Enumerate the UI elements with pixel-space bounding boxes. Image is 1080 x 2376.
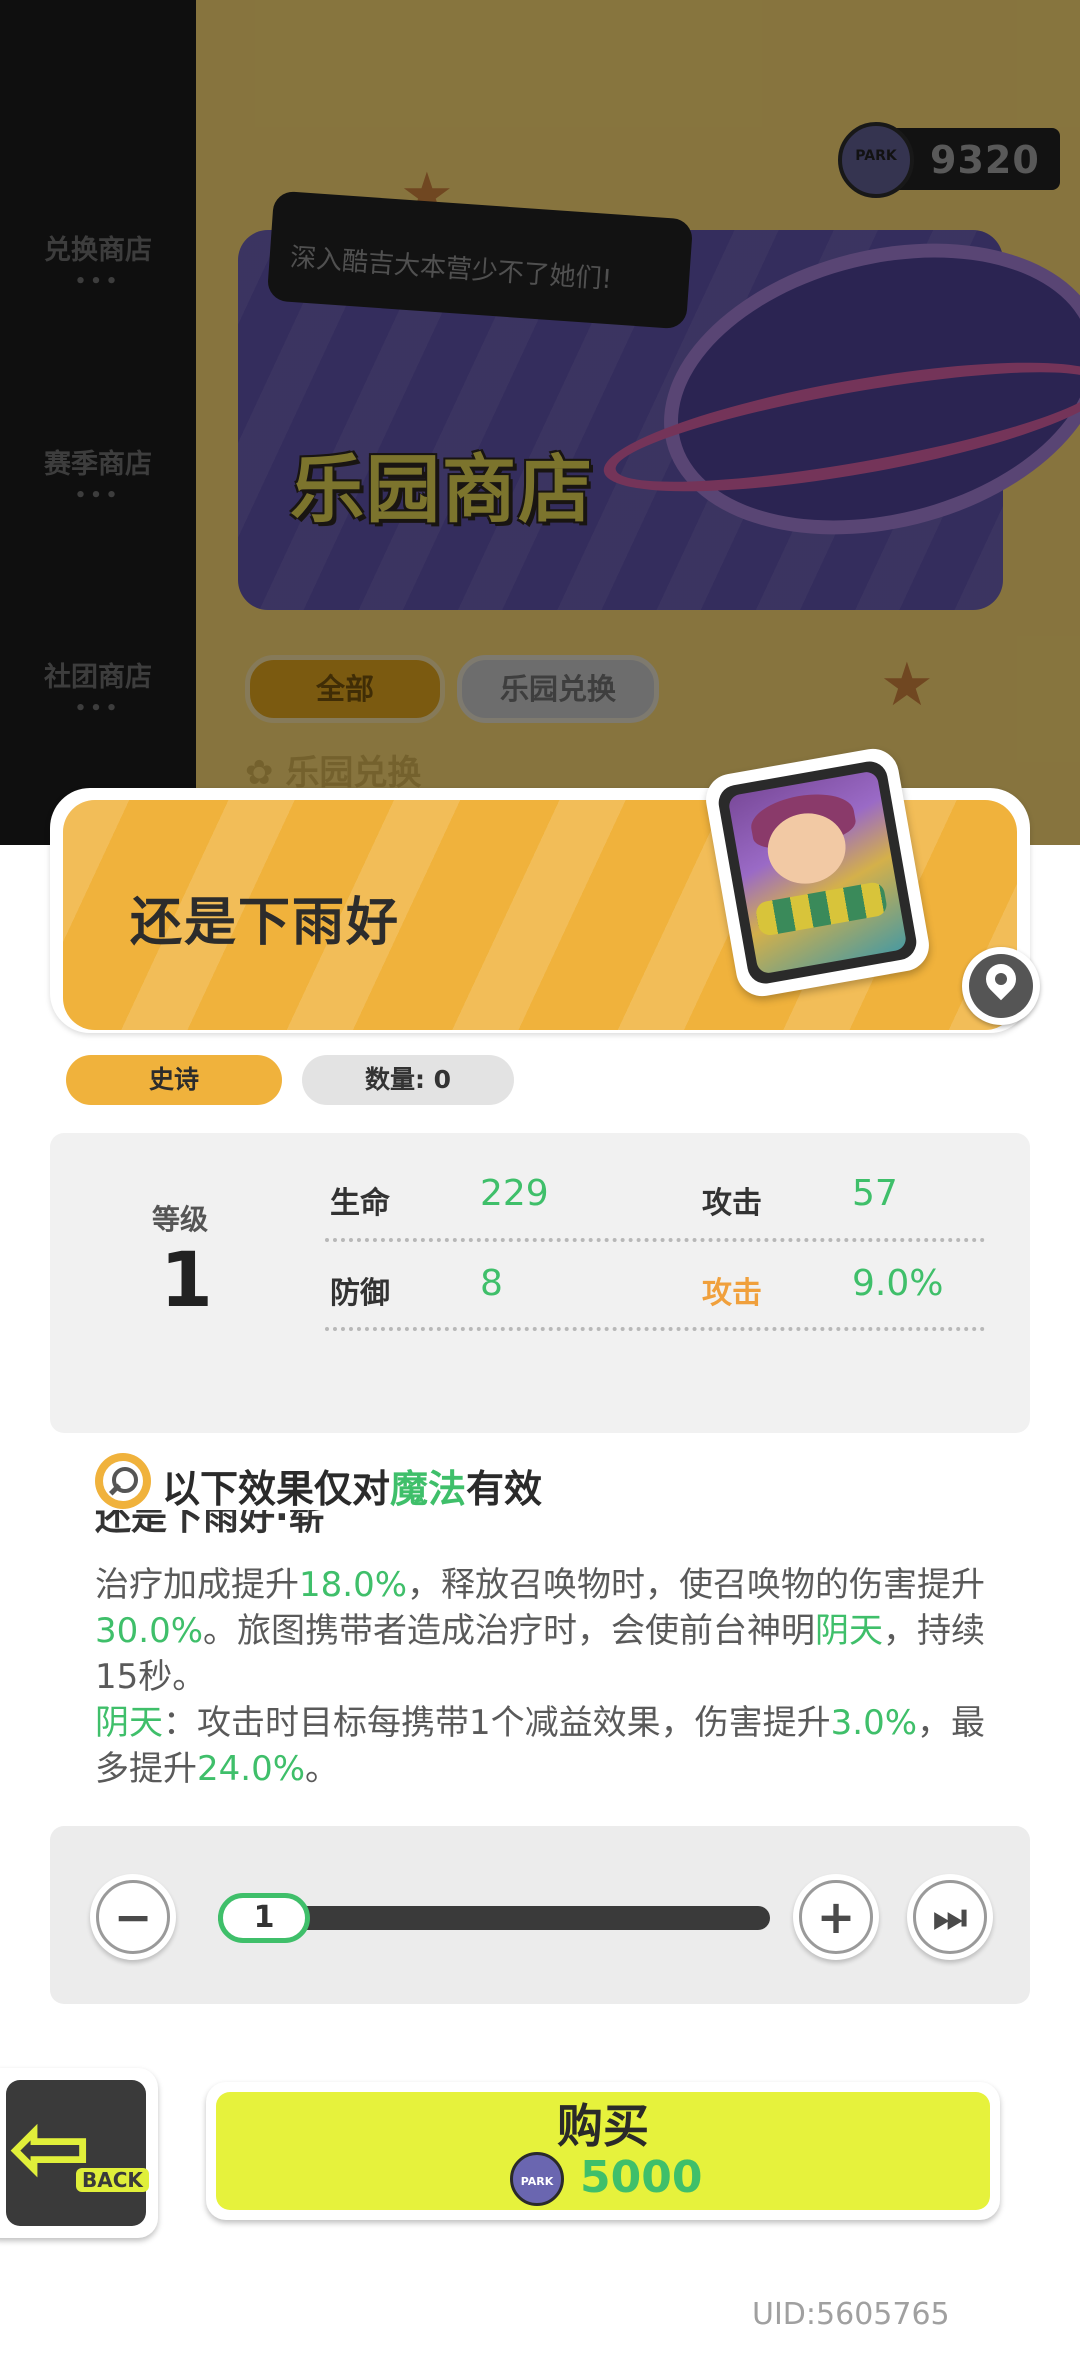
desc-text: 。旅图携带者造成治疗时，会使前台神明 xyxy=(203,1611,816,1651)
effect-name: 还是下雨好·崭 xyxy=(95,1510,325,1538)
desc-text: 。 xyxy=(305,1749,340,1789)
stat-hp-label: 生命 xyxy=(330,1186,390,1221)
desc-text: ：攻击时目标每携带1个减益效果，伤害提升 xyxy=(163,1703,831,1743)
stat-def-label: 防御 xyxy=(330,1276,390,1311)
location-button[interactable] xyxy=(962,947,1040,1025)
stats-divider xyxy=(325,1327,985,1331)
dim-overlay[interactable] xyxy=(0,0,1080,845)
back-label: BACK xyxy=(76,2168,149,2192)
rarity-badge: 史诗 xyxy=(66,1055,282,1105)
effect-condition-suffix: 有效 xyxy=(466,1467,543,1511)
skip-to-end-icon: ⏭ xyxy=(932,1895,968,1939)
effect-condition-prefix: 以下效果仅对 xyxy=(162,1467,391,1511)
stat-atk-value: 57 xyxy=(852,1173,898,1214)
user-id: UID:5605765 xyxy=(752,2297,950,2332)
level-value: 1 xyxy=(160,1235,213,1324)
minus-icon: − xyxy=(113,1890,153,1944)
effect-description: 治疗加成提升18.0%，释放召唤物时，使召唤物的伤害提升 30.0%。旅图携带者造… xyxy=(95,1562,995,1792)
quantity-badge: 数量: 0 xyxy=(302,1055,514,1105)
desc-value: 阴天 xyxy=(815,1611,884,1651)
shop-background: 兑换商店 ••• 赛季商店 ••• 社团商店 ••• ★ ★ 乐园商店 深入酷吉… xyxy=(0,0,1080,845)
magnifier-icon xyxy=(95,1453,151,1509)
desc-value: 阴天 xyxy=(95,1703,163,1743)
park-coin-icon: PARK xyxy=(510,2152,564,2206)
stat-atk-label: 攻击 xyxy=(702,1186,762,1221)
stats-divider xyxy=(325,1238,985,1242)
desc-value: 3.0% xyxy=(830,1703,918,1743)
effect-condition-keyword: 魔法 xyxy=(390,1467,467,1511)
stat-atk-pct-label: 攻击 xyxy=(702,1276,762,1311)
buy-label: 购买 xyxy=(557,2099,649,2153)
stat-hp-value: 229 xyxy=(480,1173,549,1214)
item-name: 还是下雨好 xyxy=(130,893,401,953)
stat-def-value: 8 xyxy=(480,1263,503,1304)
decrease-button[interactable]: − xyxy=(90,1874,176,1960)
plus-icon: + xyxy=(816,1890,856,1944)
item-card-image xyxy=(701,744,934,1001)
quantity-slider-handle[interactable]: 1 xyxy=(218,1893,310,1943)
desc-text: ，释放召唤物时，使召唤物的伤害提升 xyxy=(407,1565,986,1605)
increase-button[interactable]: + xyxy=(793,1874,879,1960)
buy-price: 5000 xyxy=(580,2152,703,2203)
desc-value: 18.0% xyxy=(299,1565,408,1605)
max-quantity-button[interactable]: ⏭ xyxy=(907,1874,993,1960)
desc-text: 治疗加成提升 xyxy=(95,1565,299,1605)
stat-atk-pct-value: 9.0% xyxy=(852,1263,944,1304)
effect-condition: 以下效果仅对魔法有效 xyxy=(162,1458,542,1513)
desc-value: 24.0% xyxy=(197,1749,306,1789)
effect-name-clipped: 还是下雨好·崭 xyxy=(95,1510,695,1540)
level-label: 等级 xyxy=(152,1203,209,1236)
desc-value: 30.0% xyxy=(95,1611,204,1651)
